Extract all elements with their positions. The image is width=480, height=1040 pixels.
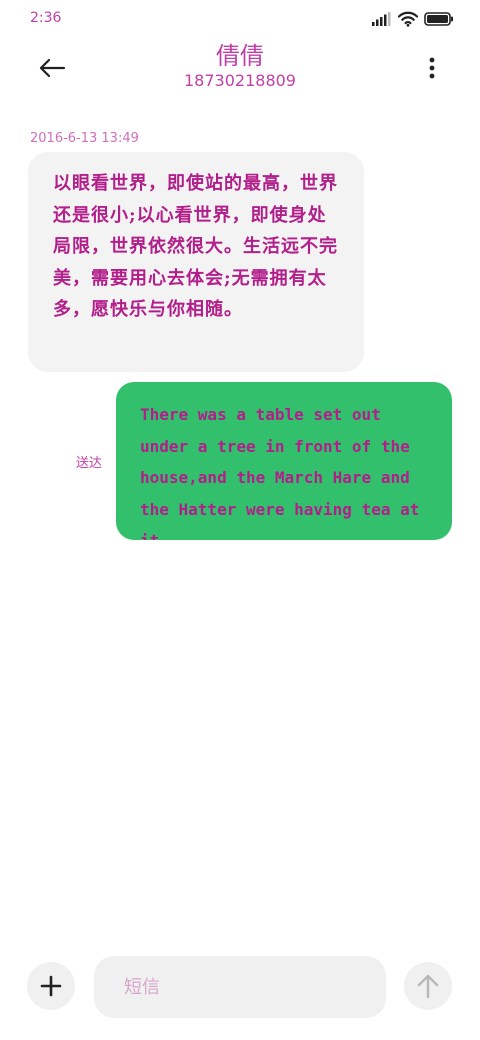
arrow-up-icon [417, 974, 439, 999]
contact-phone-number: 18730218809 [184, 71, 296, 90]
status-bar: 2:36 [0, 0, 480, 40]
status-time: 2:36 [30, 10, 62, 26]
more-vertical-icon [429, 57, 435, 79]
contact-name: 倩倩 [216, 42, 264, 70]
incoming-message-bubble[interactable]: 以眼看世界，即使站的最高，世界还是很小;以心看世界，即使身处局限，世界依然很大。… [28, 152, 364, 372]
message-input[interactable] [94, 956, 386, 1018]
add-attachment-button[interactable] [27, 962, 75, 1010]
outgoing-message-bubble[interactable]: There was a table set out under a tree i… [116, 382, 452, 540]
delivery-status: 送达 [76, 456, 103, 471]
status-icons [372, 10, 454, 28]
composer-bar [0, 950, 480, 1022]
more-options-button[interactable] [420, 52, 444, 84]
plus-icon [40, 975, 62, 997]
send-button[interactable] [404, 962, 452, 1010]
battery-icon [424, 12, 453, 26]
wifi-icon [398, 11, 418, 27]
message-timestamp: 2016-6-13 13:49 [30, 131, 139, 146]
conversation-header: 倩倩 18730218809 [0, 40, 480, 100]
signal-icon [372, 12, 391, 26]
